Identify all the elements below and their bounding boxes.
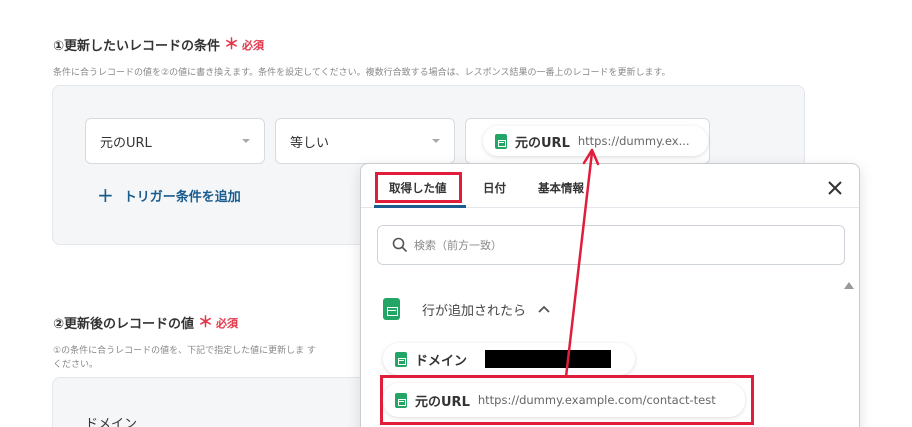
annotation-arrow — [564, 148, 600, 378]
